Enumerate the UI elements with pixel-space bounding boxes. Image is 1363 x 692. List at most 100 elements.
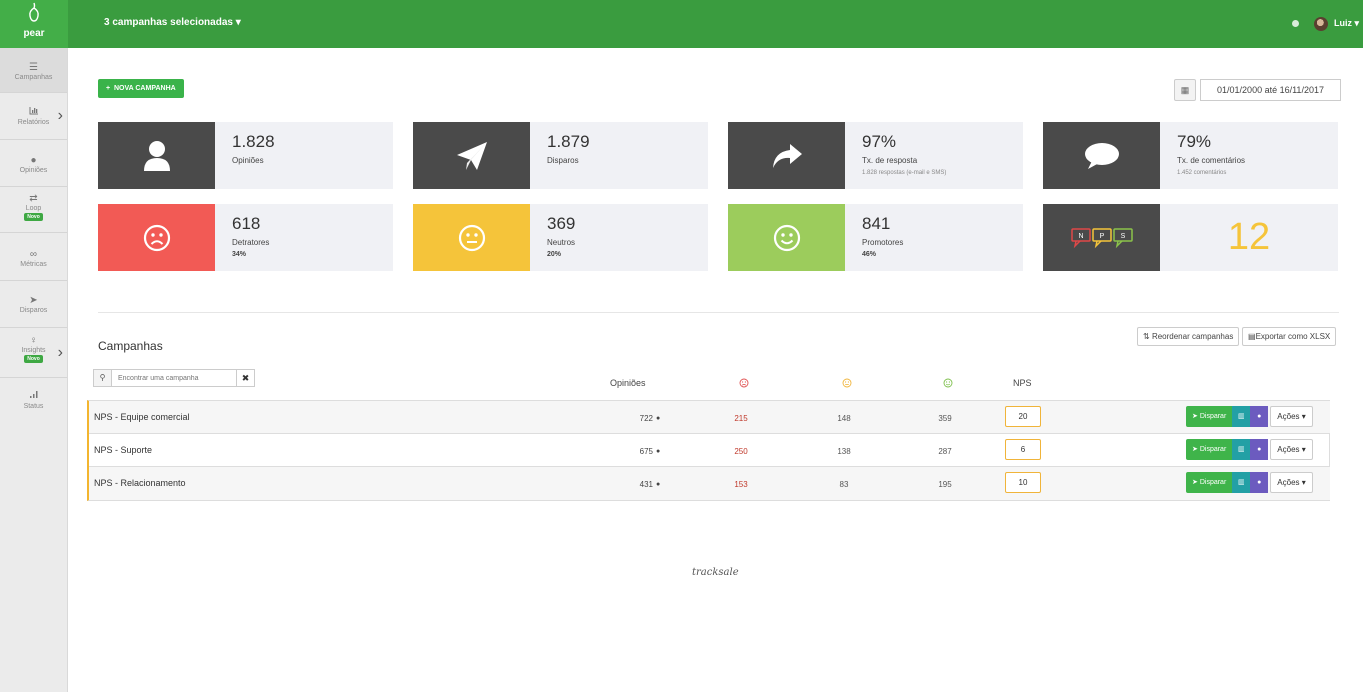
brand-name: pear (23, 28, 45, 39)
neutral-face-icon (458, 224, 485, 251)
sidebar-item-loop[interactable]: ⇄ Loop Novo (0, 187, 67, 233)
comment-icon[interactable]: ● (1250, 439, 1269, 460)
table-row[interactable]: NPS - Relacionamento 431 ● 153 83 195 10… (89, 467, 1330, 500)
top-bar: pear 3 campanhas selecionadas ▾ Luiz ▾ (0, 0, 1363, 48)
reorder-campaigns-button[interactable]: ⇅ Reordenar campanhas (1137, 327, 1240, 346)
nps-value: 10 (1005, 472, 1041, 493)
send-button[interactable]: ➤ Disparar (1186, 472, 1233, 493)
brand-logo[interactable]: pear (0, 0, 68, 48)
caret-down-icon: ▾ (1301, 445, 1306, 454)
card-percent: 34% (232, 251, 247, 258)
card-sublabel: 1.452 comentários (1177, 170, 1227, 176)
campaign-name[interactable]: NPS - Suporte (94, 445, 152, 455)
nps-score: 12 (1227, 216, 1271, 258)
nps-letter-p: P (1099, 233, 1104, 240)
comment-icon: ● (656, 481, 661, 488)
report-icon[interactable]: ▥ (1232, 406, 1251, 427)
card-value: 79% (1177, 132, 1212, 151)
sidebar-item-label: Status (23, 403, 44, 410)
comment-icon[interactable]: ● (1250, 406, 1269, 427)
actions-label: Ações (1277, 478, 1300, 487)
send-button[interactable]: ➤ Disparar (1186, 406, 1233, 427)
send-icon: ➤ (1192, 446, 1198, 453)
search-icon: ⚲ (94, 370, 112, 386)
sidebar-item-relatorios[interactable]: Relatórios › (0, 93, 67, 140)
campaign-selector[interactable]: 3 campanhas selecionadas ▾ (104, 17, 241, 28)
nps-letter-n: N (1078, 233, 1083, 240)
opinions-count: 431 (639, 480, 653, 489)
opinions-count: 675 (639, 447, 653, 456)
card-percent: 20% (547, 251, 562, 258)
footer-brand: tracksale (692, 567, 739, 578)
row-actions: ➤ Disparar ▥ ● Ações ▾ (1186, 472, 1313, 493)
campaign-name[interactable]: NPS - Equipe comercial (94, 412, 190, 422)
caret-down-icon: ▾ (1301, 412, 1306, 421)
comment-icon: ● (656, 448, 661, 455)
sad-face-icon (143, 224, 170, 251)
card-value: 1.879 (547, 132, 590, 151)
sidebar-item-insights[interactable]: ♀ Insights Novo › (0, 328, 67, 378)
table-row[interactable]: NPS - Equipe comercial 722 ● 215 148 359… (89, 401, 1330, 434)
date-range-input[interactable]: 01/01/2000 até 16/11/2017 (1200, 79, 1341, 101)
report-icon[interactable]: ▥ (1232, 472, 1251, 493)
table-row[interactable]: NPS - Suporte 675 ● 250 138 287 6 ➤ Disp… (89, 434, 1330, 467)
calendar-icon[interactable]: ▦ (1174, 79, 1196, 101)
new-badge: Novo (24, 355, 43, 363)
campaign-selector-label: 3 campanhas selecionadas (104, 17, 233, 28)
send-label: Disparar (1199, 479, 1227, 486)
caret-down-icon: ▾ (1354, 18, 1360, 28)
loop-icon: ⇄ (29, 193, 38, 204)
speech-bubble-icon (1084, 142, 1119, 169)
actions-dropdown[interactable]: Ações ▾ (1270, 472, 1313, 493)
card-label: Neutros (547, 238, 576, 247)
share-arrow-icon (772, 143, 802, 168)
new-campaign-button[interactable]: + NOVA CAMPANHA (98, 79, 184, 98)
section-divider (98, 312, 1339, 313)
caret-down-icon: ▾ (235, 17, 241, 28)
send-button[interactable]: ➤ Disparar (1186, 439, 1233, 460)
sidebar-item-disparos[interactable]: ➤ Disparos (0, 281, 67, 328)
report-icon[interactable]: ▥ (1232, 439, 1251, 460)
campaigns-title: Campanhas (98, 339, 163, 353)
sidebar-item-campanhas[interactable]: ☰ Campanhas (0, 48, 67, 93)
passives-count: 83 (839, 480, 849, 489)
user-menu[interactable]: Luiz ▾ (1334, 18, 1359, 29)
comment-icon[interactable]: ● (1250, 472, 1269, 493)
card-value: 1.828 (232, 132, 275, 151)
detractors-count: 153 (734, 480, 748, 489)
export-xlsx-button[interactable]: ▤Exportar como XLSX (1242, 327, 1337, 346)
user-avatar[interactable] (1314, 17, 1328, 31)
sidebar: ☰ Campanhas Relatórios › ● Opiniões ⇄ Lo… (0, 48, 68, 692)
nps-value: 20 (1005, 406, 1041, 427)
card-taxa-comentarios: 79% Tx. de comentários 1.452 comentários (1043, 122, 1338, 189)
detractors-count: 250 (734, 447, 748, 456)
signal-icon (0, 390, 67, 403)
card-disparos: 1.879 Disparos (413, 122, 708, 189)
sidebar-item-label: Disparos (19, 307, 48, 314)
actions-dropdown[interactable]: Ações ▾ (1270, 439, 1313, 460)
card-icon-box (728, 122, 845, 189)
comment-icon: ● (656, 415, 661, 422)
user-name: Luiz (1334, 18, 1352, 28)
sidebar-item-opinioes[interactable]: ● Opiniões (0, 140, 67, 187)
row-actions: ➤ Disparar ▥ ● Ações ▾ (1186, 406, 1313, 427)
sidebar-item-status[interactable]: Status (0, 378, 67, 424)
sidebar-item-label: Loop (25, 205, 42, 212)
promoters-count: 287 (938, 447, 952, 456)
clear-search-button[interactable]: ✖ (236, 370, 254, 386)
sidebar-item-metricas[interactable]: ∞ Métricas (0, 233, 67, 281)
campaign-name[interactable]: NPS - Relacionamento (94, 478, 186, 488)
search-input[interactable] (112, 370, 236, 386)
menu-icon: ☰ (29, 62, 38, 73)
chevron-right-icon: › (57, 343, 63, 361)
nps-logo-icon: N P S (1070, 227, 1133, 248)
passives-count: 138 (837, 447, 851, 456)
spreadsheet-icon: ▤ (1248, 332, 1256, 341)
sad-face-icon (739, 378, 749, 388)
column-header-opinioes: Opiniões (610, 378, 646, 388)
actions-dropdown[interactable]: Ações ▾ (1270, 406, 1313, 427)
send-label: Disparar (1199, 446, 1227, 453)
chevron-right-icon: › (57, 107, 63, 124)
card-opinioes: 1.828 Opiniões (98, 122, 393, 189)
promoters-count: 195 (938, 480, 952, 489)
